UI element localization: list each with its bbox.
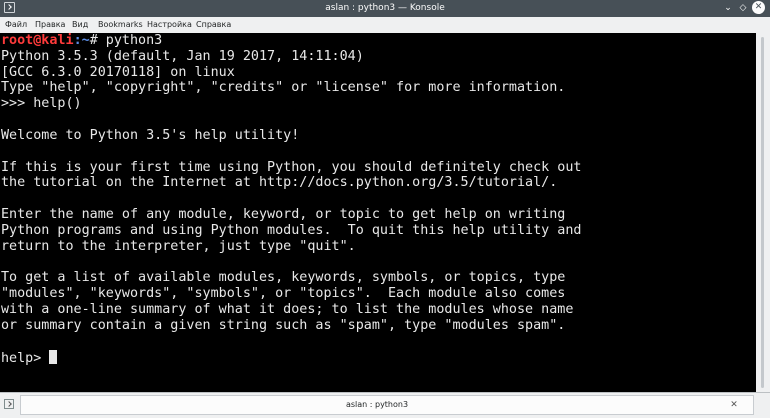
terminal-line: return to the interpreter, just type "qu… xyxy=(1,238,356,254)
window-title: aslan : python3 — Konsole xyxy=(325,3,445,13)
terminal-line: the tutorial on the Internet at http://d… xyxy=(1,175,558,191)
new-tab-icon[interactable] xyxy=(4,399,14,409)
prompt-command: # python3 xyxy=(89,33,163,48)
terminal-line: [GCC 6.3.0 20170118] on linux xyxy=(1,64,235,80)
menu-item-file[interactable]: Файл xyxy=(5,17,27,33)
menu-item-view[interactable]: Вид xyxy=(72,17,88,33)
menu-item-bookmarks[interactable]: Bookmarks xyxy=(98,17,143,33)
menu-item-edit[interactable]: Правка xyxy=(35,17,65,33)
terminal-view[interactable]: root@kali:~# python3 Python 3.5.3 (defau… xyxy=(0,33,756,392)
menu-item-settings[interactable]: Настройка xyxy=(147,17,192,33)
terminal-line: If this is your first time using Python,… xyxy=(1,159,582,175)
title-bar[interactable]: aslan : python3 — Konsole ⌄ ◇ ✕ xyxy=(0,0,770,17)
terminal-line: Type "help", "copyright", "credits" or "… xyxy=(1,80,566,96)
prompt-path: :~ xyxy=(73,33,90,48)
terminal-line: Welcome to Python 3.5's help utility! xyxy=(1,127,300,143)
terminal-line: with a one-line summary of what it does;… xyxy=(1,302,574,318)
terminal-line: To get a list of available modules, keyw… xyxy=(1,270,566,286)
konsole-window: aslan : python3 — Konsole ⌄ ◇ ✕ Файл Пра… xyxy=(0,0,770,418)
prompt-user: root@kali xyxy=(1,33,74,48)
tab-bar: aslan : python3 ✕ xyxy=(0,392,770,418)
terminal-line: >>> help() xyxy=(1,96,82,112)
maximize-button[interactable]: ◇ xyxy=(737,2,749,14)
close-button[interactable]: ✕ xyxy=(752,1,765,14)
terminal-line: Python programs and using Python modules… xyxy=(1,222,582,238)
help-prompt: help> xyxy=(1,350,50,366)
terminal-cursor xyxy=(49,349,58,364)
tab-aslan-python3[interactable]: aslan : python3 ✕ xyxy=(20,395,754,415)
terminal-line: Python 3.5.3 (default, Jan 19 2017, 14:1… xyxy=(1,48,364,64)
tab-close-icon[interactable]: ✕ xyxy=(729,400,739,410)
menu-bar: Файл Правка Вид Bookmarks Настройка Спра… xyxy=(0,17,770,33)
terminal-line: Enter the name of any module, keyword, o… xyxy=(1,207,566,223)
terminal-line: or summary contain a given string such a… xyxy=(1,317,566,333)
tab-label: aslan : python3 xyxy=(345,400,409,409)
terminal-output: root@kali:~# python3 Python 3.5.3 (defau… xyxy=(1,33,581,366)
scrollbar-track[interactable] xyxy=(761,37,764,388)
minimize-button[interactable]: ⌄ xyxy=(722,2,734,14)
terminal-line: "modules", "keywords", "symbols", or "to… xyxy=(1,286,566,302)
vertical-scrollbar[interactable] xyxy=(756,33,770,392)
menu-item-help[interactable]: Справка xyxy=(196,17,231,33)
